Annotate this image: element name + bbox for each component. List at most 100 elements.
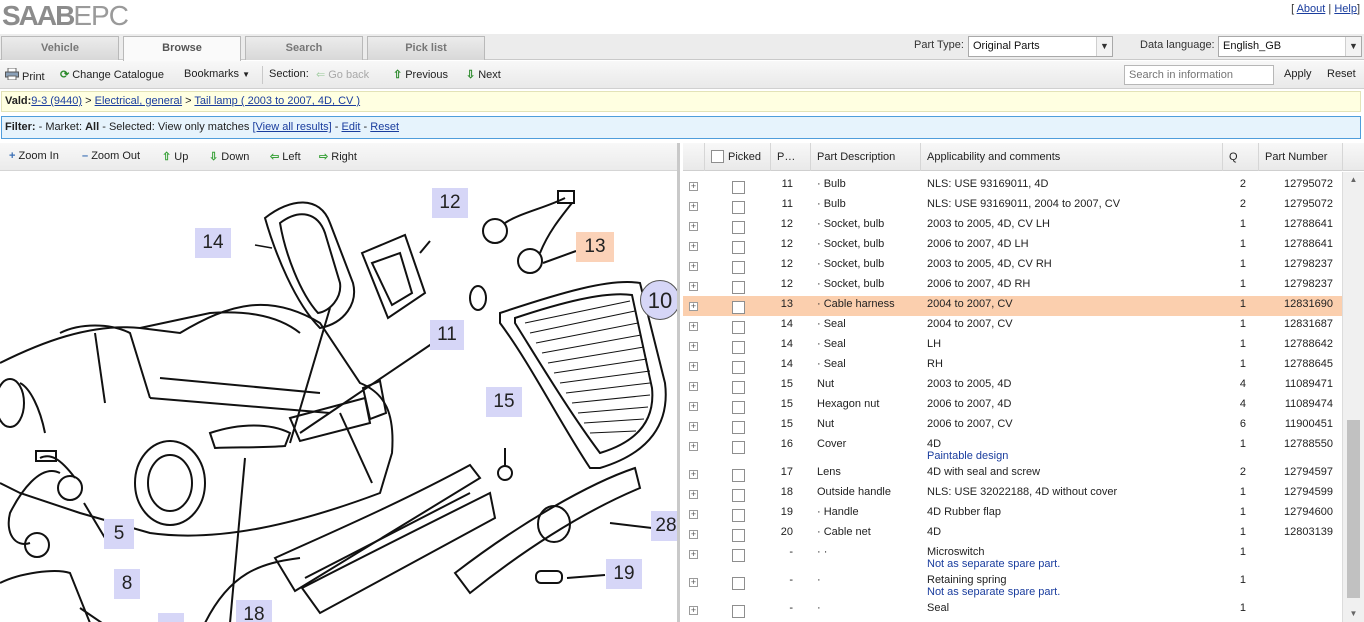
table-row[interactable]: +12 · Socket, bulb 2003 to 2005, 4D, CV LH…: [683, 216, 1343, 236]
filter-reset-link[interactable]: Reset: [370, 121, 399, 133]
table-row[interactable]: +11 · Bulb NLS: USE 93169011, 2004 to 2007…: [683, 196, 1343, 216]
tab-vehicle[interactable]: Vehicle: [1, 36, 119, 60]
table-row[interactable]: +14 · Seal 2004 to 2007, CV 1 12831687: [683, 316, 1343, 336]
callout-11[interactable]: 11: [430, 320, 464, 350]
parts-illustration[interactable]: 14 12 13 10 11 15 5 8 28 19 18: [0, 183, 677, 622]
expand-plus-icon[interactable]: +: [689, 282, 698, 291]
table-row[interactable]: +15 Hexagon nut 2006 to 2007, 4D 4 11089474: [683, 396, 1343, 416]
picked-checkbox[interactable]: [732, 401, 745, 414]
go-back-button[interactable]: ⇐ Go back: [316, 68, 369, 81]
table-row[interactable]: +18 Outside handle NLS: USE 32022188, 4D w…: [683, 484, 1343, 504]
callout-18[interactable]: 18: [236, 600, 272, 622]
callout-12[interactable]: 12: [432, 188, 468, 218]
bookmarks-menu[interactable]: Bookmarks ▼: [184, 68, 250, 80]
callout-28[interactable]: 28: [651, 511, 677, 541]
picked-checkbox[interactable]: [732, 441, 745, 454]
picked-checkbox[interactable]: [732, 261, 745, 274]
expand-plus-icon[interactable]: +: [689, 382, 698, 391]
expand-plus-icon[interactable]: +: [689, 530, 698, 539]
search-input[interactable]: [1124, 65, 1274, 85]
table-row[interactable]: +17 Lens 4D with seal and screw 2 12794597: [683, 464, 1343, 484]
expand-plus-icon[interactable]: +: [689, 222, 698, 231]
callout-19[interactable]: 19: [606, 559, 642, 589]
table-row[interactable]: +16 Cover 4D 1 12788550 Paintable design: [683, 436, 1343, 464]
expand-plus-icon[interactable]: +: [689, 606, 698, 615]
breadcrumb-item-group[interactable]: Electrical, general: [95, 95, 182, 107]
header-part-description[interactable]: Part Description: [811, 143, 921, 171]
picked-checkbox[interactable]: [732, 321, 745, 334]
picked-checkbox[interactable]: [732, 341, 745, 354]
picked-checkbox[interactable]: [732, 201, 745, 214]
scrollbar-thumb[interactable]: [1347, 420, 1360, 598]
callout-10[interactable]: 10: [640, 280, 677, 320]
table-row[interactable]: +12 · Socket, bulb 2006 to 2007, 4D RH 1 127…: [683, 276, 1343, 296]
picked-checkbox[interactable]: [732, 509, 745, 522]
expand-plus-icon[interactable]: +: [689, 402, 698, 411]
header-part-number[interactable]: Part Number: [1259, 143, 1343, 171]
print-button[interactable]: Print: [5, 67, 45, 83]
table-row[interactable]: +14 · Seal RH 1 12788645: [683, 356, 1343, 376]
about-link[interactable]: About: [1297, 3, 1326, 15]
expand-plus-icon[interactable]: +: [689, 422, 698, 431]
table-row[interactable]: +12 · Socket, bulb 2003 to 2005, 4D, CV RH…: [683, 256, 1343, 276]
callout-13[interactable]: 13: [576, 232, 614, 262]
callout-5[interactable]: 5: [104, 519, 134, 549]
zoom-in-button[interactable]: + Zoom In: [9, 150, 59, 162]
table-row[interactable]: +14 · Seal LH 1 12788642: [683, 336, 1343, 356]
pan-right-button[interactable]: ⇨ Right: [319, 150, 357, 163]
expand-plus-icon[interactable]: +: [689, 342, 698, 351]
next-button[interactable]: ⇩ Next: [466, 68, 501, 81]
select-all-checkbox[interactable]: [711, 150, 724, 163]
expand-plus-icon[interactable]: +: [689, 322, 698, 331]
apply-button[interactable]: Apply: [1284, 68, 1312, 80]
header-applicability[interactable]: Applicability and comments: [921, 143, 1223, 171]
tab-browse[interactable]: Browse: [123, 36, 241, 61]
picked-checkbox[interactable]: [732, 221, 745, 234]
table-row[interactable]: +13 · Cable harness 2004 to 2007, CV 1 12831…: [683, 296, 1343, 316]
data-language-select[interactable]: English_GB ▼: [1218, 36, 1362, 57]
reset-button[interactable]: Reset: [1327, 68, 1356, 80]
picked-checkbox[interactable]: [732, 469, 745, 482]
pan-down-button[interactable]: ⇩ Down: [209, 150, 249, 163]
callout-8[interactable]: 8: [114, 569, 140, 599]
expand-plus-icon[interactable]: +: [689, 302, 698, 311]
part-type-select[interactable]: Original Parts ▼: [968, 36, 1113, 57]
header-picked[interactable]: Picked: [705, 143, 771, 171]
table-scrollbar[interactable]: ▲ ▼: [1342, 172, 1364, 622]
picked-checkbox[interactable]: [732, 577, 745, 590]
expand-plus-icon[interactable]: +: [689, 470, 698, 479]
table-row[interactable]: +15 Nut 2003 to 2005, 4D 4 11089471: [683, 376, 1343, 396]
header-position[interactable]: P…: [771, 143, 811, 171]
expand-plus-icon[interactable]: +: [689, 510, 698, 519]
table-row[interactable]: + - · · Microswitch 1 Not as separate spare p…: [683, 544, 1343, 572]
callout-14[interactable]: 14: [195, 228, 231, 258]
table-row[interactable]: + - · Seal 1: [683, 600, 1343, 620]
expand-plus-icon[interactable]: +: [689, 362, 698, 371]
table-row[interactable]: +19 · Handle 4D Rubber flap 1 12794600: [683, 504, 1343, 524]
tab-pick-list[interactable]: Pick list: [367, 36, 485, 60]
pan-left-button[interactable]: ⇦ Left: [270, 150, 301, 163]
previous-button[interactable]: ⇧ Previous: [393, 68, 448, 81]
zoom-out-button[interactable]: – Zoom Out: [82, 150, 140, 162]
expand-plus-icon[interactable]: +: [689, 550, 698, 559]
filter-edit-link[interactable]: Edit: [342, 121, 361, 133]
callout-15[interactable]: 15: [486, 387, 522, 417]
breadcrumb-item-model[interactable]: 9-3 (9440): [31, 95, 82, 107]
picked-checkbox[interactable]: [732, 281, 745, 294]
picked-checkbox[interactable]: [732, 549, 745, 562]
breadcrumb-item-section[interactable]: Tail lamp ( 2003 to 2007, 4D, CV ): [194, 95, 360, 107]
table-row[interactable]: +20 · Cable net 4D 1 12803139: [683, 524, 1343, 544]
expand-plus-icon[interactable]: +: [689, 182, 698, 191]
view-all-results-link[interactable]: [View all results]: [252, 121, 331, 133]
picked-checkbox[interactable]: [732, 529, 745, 542]
table-row[interactable]: +15 Nut 2006 to 2007, CV 6 11900451: [683, 416, 1343, 436]
picked-checkbox[interactable]: [732, 361, 745, 374]
picked-checkbox[interactable]: [732, 301, 745, 314]
picked-checkbox[interactable]: [732, 241, 745, 254]
picked-checkbox[interactable]: [732, 381, 745, 394]
table-row[interactable]: +11 · Bulb NLS: USE 93169011, 4D 2 12795072: [683, 176, 1343, 196]
expand-plus-icon[interactable]: +: [689, 490, 698, 499]
header-quantity[interactable]: Q: [1223, 143, 1259, 171]
tab-search[interactable]: Search: [245, 36, 363, 60]
picked-checkbox[interactable]: [732, 181, 745, 194]
